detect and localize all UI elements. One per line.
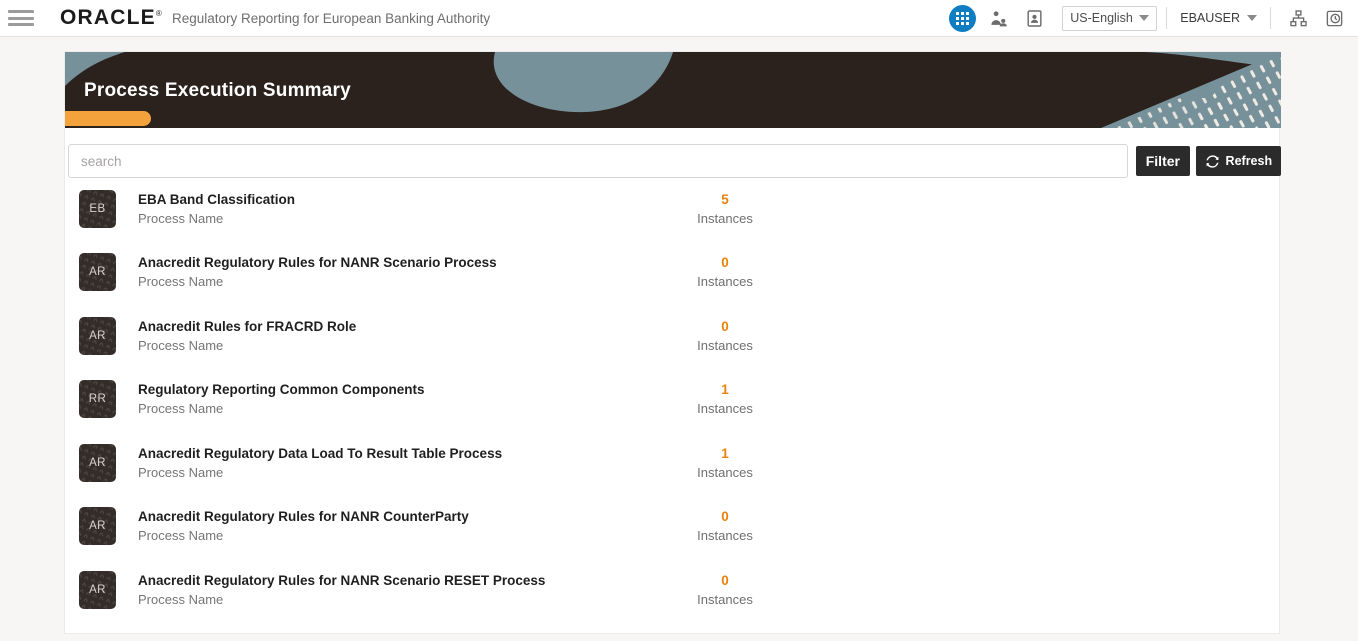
- process-subtitle: Process Name: [138, 272, 497, 291]
- id-card-icon[interactable]: [1019, 3, 1049, 33]
- process-name: Anacredit Regulatory Data Load To Result…: [138, 444, 502, 463]
- process-info: Anacredit Regulatory Rules for NANR Scen…: [138, 253, 497, 291]
- process-name: Anacredit Regulatory Rules for NANR Coun…: [138, 507, 469, 526]
- process-instance-count: 0 Instances: [663, 317, 787, 355]
- top-bar-actions: US-English EBAUSER: [944, 0, 1358, 36]
- process-subtitle: Process Name: [138, 463, 502, 482]
- refresh-icon: [1205, 154, 1220, 169]
- process-execution-summary-card: Process Execution Summary Filter Refresh: [64, 51, 1280, 634]
- process-instance-count: 1 Instances: [663, 380, 787, 418]
- toolbar-divider: [1270, 7, 1271, 29]
- process-list-item[interactable]: AR Anacredit Rules for FRACRD Role Proce…: [65, 304, 1281, 368]
- instance-count-label: Instances: [663, 463, 787, 482]
- instance-count-value: 0: [663, 317, 787, 336]
- instance-count-label: Instances: [663, 590, 787, 609]
- process-instance-count: 0 Instances: [663, 253, 787, 291]
- instance-count-value: 0: [663, 253, 787, 272]
- process-subtitle: Process Name: [138, 336, 356, 355]
- process-subtitle: Process Name: [138, 590, 545, 609]
- process-avatar-initials: AR: [89, 584, 106, 596]
- process-avatar: RR: [79, 380, 116, 418]
- process-instance-count: 1 Instances: [663, 444, 787, 482]
- top-navigation-bar: ORACLE® Regulatory Reporting for Europea…: [0, 0, 1358, 37]
- process-name: Anacredit Rules for FRACRD Role: [138, 317, 356, 336]
- page-body: Process Execution Summary Filter Refresh: [0, 37, 1358, 641]
- language-selector[interactable]: US-English: [1062, 6, 1157, 31]
- process-list-item[interactable]: AR Anacredit Regulatory Rules for NANR S…: [65, 241, 1281, 305]
- process-list: EB EBA Band Classification Process Name …: [65, 177, 1281, 622]
- process-subtitle: Process Name: [138, 209, 295, 228]
- process-name: EBA Band Classification: [138, 190, 295, 209]
- process-avatar-initials: EB: [89, 203, 105, 215]
- application-title: Regulatory Reporting for European Bankin…: [172, 11, 490, 26]
- instance-count-label: Instances: [663, 399, 787, 418]
- search-toolbar: Filter Refresh: [65, 128, 1281, 178]
- process-subtitle: Process Name: [138, 399, 425, 418]
- hamburger-menu-icon[interactable]: [8, 8, 34, 28]
- process-list-item[interactable]: AR Anacredit Regulatory Rules for NANR S…: [65, 558, 1281, 622]
- process-info: EBA Band Classification Process Name: [138, 190, 295, 228]
- process-avatar: AR: [79, 317, 116, 355]
- process-avatar-initials: AR: [89, 457, 106, 469]
- process-name: Anacredit Regulatory Rules for NANR Scen…: [138, 571, 545, 590]
- instance-count-label: Instances: [663, 272, 787, 291]
- toolbar-divider: [1166, 7, 1167, 29]
- process-list-item[interactable]: EB EBA Band Classification Process Name …: [65, 177, 1281, 241]
- process-info: Regulatory Reporting Common Components P…: [138, 380, 425, 418]
- oracle-logo-text: ORACLE: [60, 6, 156, 29]
- process-subtitle: Process Name: [138, 526, 469, 545]
- process-avatar: AR: [79, 444, 116, 482]
- clock-history-icon[interactable]: [1319, 3, 1349, 33]
- process-info: Anacredit Regulatory Rules for NANR Coun…: [138, 507, 469, 545]
- language-selector-value: US-English: [1070, 11, 1133, 25]
- oracle-logo: ORACLE®: [60, 6, 163, 30]
- instance-count-label: Instances: [663, 209, 787, 228]
- instance-count-label: Instances: [663, 526, 787, 545]
- process-avatar: EB: [79, 190, 116, 228]
- instance-count-value: 0: [663, 507, 787, 526]
- process-list-item[interactable]: AR Anacredit Regulatory Data Load To Res…: [65, 431, 1281, 495]
- instance-count-label: Instances: [663, 336, 787, 355]
- process-info: Anacredit Rules for FRACRD Role Process …: [138, 317, 356, 355]
- process-list-item[interactable]: AR Anacredit Regulatory Rules for NANR C…: [65, 495, 1281, 559]
- instance-count-value: 1: [663, 444, 787, 463]
- process-instance-count: 0 Instances: [663, 571, 787, 609]
- registered-mark: ®: [156, 9, 163, 18]
- process-instance-count: 0 Instances: [663, 507, 787, 545]
- process-avatar-initials: AR: [89, 520, 106, 532]
- process-avatar: AR: [79, 253, 116, 291]
- organization-user-icon[interactable]: [983, 3, 1013, 33]
- chevron-down-icon: [1139, 15, 1149, 21]
- refresh-button-label: Refresh: [1226, 154, 1273, 168]
- apps-grid-icon[interactable]: [947, 3, 977, 33]
- instance-count-value: 0: [663, 571, 787, 590]
- process-avatar: AR: [79, 571, 116, 609]
- process-avatar-initials: RR: [89, 393, 106, 405]
- banner-accent-bar: [65, 111, 151, 126]
- user-menu[interactable]: EBAUSER: [1176, 11, 1261, 25]
- page-title: Process Execution Summary: [84, 80, 351, 102]
- process-info: Anacredit Regulatory Data Load To Result…: [138, 444, 502, 482]
- filter-button[interactable]: Filter: [1136, 146, 1190, 176]
- process-avatar-initials: AR: [89, 266, 106, 278]
- user-menu-label: EBAUSER: [1180, 11, 1240, 25]
- process-info: Anacredit Regulatory Rules for NANR Scen…: [138, 571, 545, 609]
- process-list-item[interactable]: RR Regulatory Reporting Common Component…: [65, 368, 1281, 432]
- process-name: Anacredit Regulatory Rules for NANR Scen…: [138, 253, 497, 272]
- process-avatar: AR: [79, 507, 116, 545]
- process-avatar-initials: AR: [89, 330, 106, 342]
- sitemap-icon[interactable]: [1283, 3, 1313, 33]
- instance-count-value: 1: [663, 380, 787, 399]
- search-input[interactable]: [68, 144, 1128, 178]
- process-name: Regulatory Reporting Common Components: [138, 380, 425, 399]
- refresh-button[interactable]: Refresh: [1196, 146, 1281, 176]
- chevron-down-icon: [1247, 15, 1257, 21]
- process-instance-count: 5 Instances: [663, 190, 787, 228]
- page-banner: Process Execution Summary: [65, 52, 1281, 128]
- instance-count-value: 5: [663, 190, 787, 209]
